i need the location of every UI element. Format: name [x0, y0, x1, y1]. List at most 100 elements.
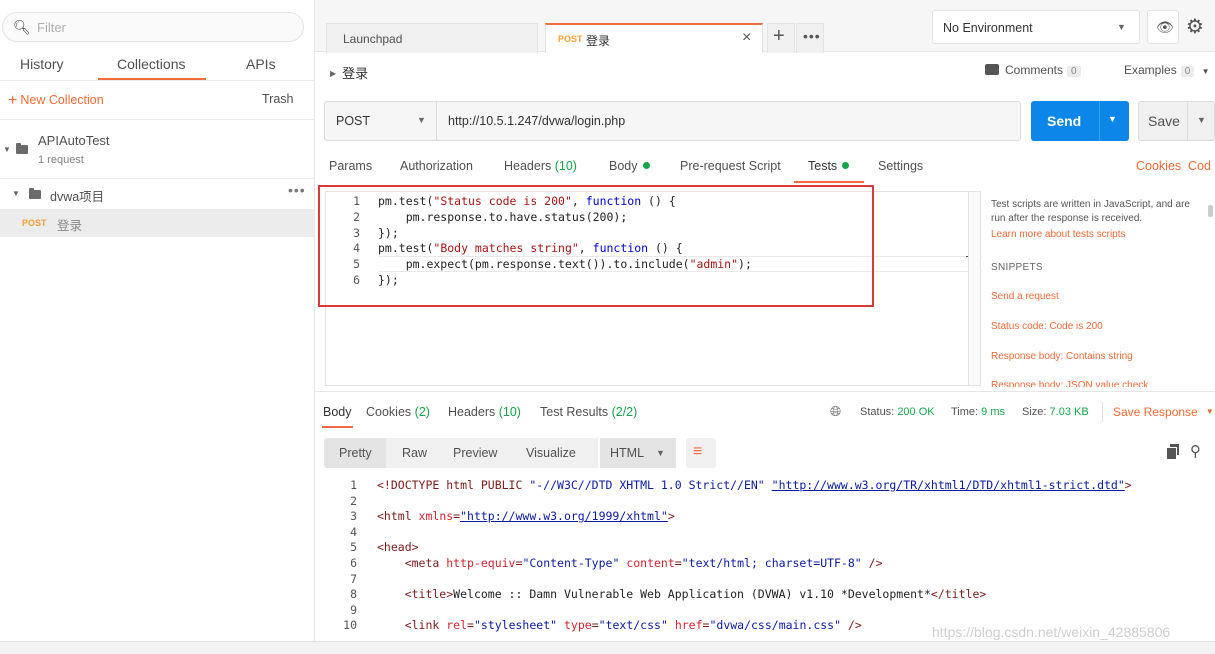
line-code: <html xmlns="http://www.w3.org/1999/xhtm… — [377, 509, 675, 523]
format-pretty-button[interactable]: Pretty — [339, 446, 372, 460]
editor-scrollbar[interactable] — [968, 192, 980, 385]
wrap-icon: ≡ — [693, 443, 703, 460]
sidebar-request-item[interactable]: POST 登录 — [0, 209, 315, 237]
tab-authorization[interactable]: Authorization — [400, 159, 473, 173]
caret-down-icon[interactable]: ▼ — [12, 189, 20, 198]
search-icon[interactable]: ⚲ — [1190, 442, 1201, 460]
resp-tab-cookies[interactable]: Cookies (2) — [366, 405, 430, 419]
code-token: <link — [377, 618, 447, 633]
code-token: rel — [446, 618, 468, 633]
tab-history[interactable]: History — [20, 56, 64, 72]
code-token: </title> — [930, 587, 987, 602]
comments-button[interactable]: Comments 0 — [985, 63, 1081, 77]
send-button[interactable]: Send ▼ — [1031, 101, 1129, 141]
format-visualize-button[interactable]: Visualize — [526, 446, 576, 460]
code-token: <head> — [377, 540, 419, 555]
line-number: 3 — [350, 509, 357, 524]
format-preview-button[interactable]: Preview — [453, 446, 497, 460]
search-icon: 🔍︎ — [13, 19, 31, 35]
tab-request-active[interactable]: POST 登录 × — [545, 23, 763, 53]
save-response-button[interactable]: Save Response ▼ — [1113, 405, 1214, 419]
snippet-status-code[interactable]: Status code: Code is 200 — [991, 321, 1103, 332]
tab-apis[interactable]: APIs — [246, 56, 276, 72]
code-token: type — [564, 618, 592, 633]
tab-label: Cookies — [366, 405, 412, 419]
resp-tab-test-results[interactable]: Test Results (2/2) — [540, 405, 637, 419]
format-raw-button[interactable]: Raw — [402, 446, 427, 460]
tab-settings[interactable]: Settings — [878, 159, 923, 173]
cookies-link[interactable]: Cookies — [1136, 159, 1181, 173]
filter-input[interactable]: 🔍︎ Filter — [2, 12, 304, 42]
active-tab-indicator — [322, 426, 353, 428]
snippet-send-request[interactable]: Send a request — [991, 291, 1059, 302]
tab-launchpad[interactable]: Launchpad — [326, 23, 538, 53]
code-line: 4 — [325, 525, 1185, 541]
learn-more-link[interactable]: Learn more about tests scripts — [991, 229, 1203, 240]
tab-collections[interactable]: Collections — [117, 56, 185, 72]
headers-count: (10) — [554, 159, 577, 173]
indicator-dot — [842, 162, 850, 169]
code-link[interactable]: Cod — [1188, 159, 1211, 173]
comment-icon — [985, 64, 999, 75]
code-token: <title> — [377, 587, 454, 602]
globe-icon[interactable]: 🌐︎ — [830, 403, 841, 420]
tab-more-button[interactable]: ••• — [796, 23, 824, 53]
code-line: 3 <html xmlns="http://www.w3.org/1999/xht… — [325, 509, 1185, 525]
gear-icon[interactable]: ⚙ — [1186, 14, 1204, 39]
tab-headers[interactable]: Headers (10) — [504, 159, 577, 173]
more-icon[interactable]: ••• — [288, 182, 306, 198]
caret-down-icon[interactable]: ▼ — [3, 145, 11, 154]
size-value: 7.03 KB — [1049, 406, 1089, 418]
tab-pre-request-script[interactable]: Pre-request Script — [680, 159, 781, 173]
environment-select[interactable]: No Environment ▼ — [932, 10, 1140, 44]
collection-name[interactable]: APIAutoTest — [38, 133, 110, 148]
new-tab-button[interactable]: + — [767, 23, 795, 53]
tab-tests[interactable]: Tests — [808, 159, 850, 173]
response-body[interactable]: 1 <!DOCTYPE html PUBLIC "-//W3C//DTD XHTM… — [325, 477, 1205, 642]
code-token: /> — [841, 618, 862, 633]
url-input[interactable]: http://10.5.1.247/dvwa/login.php — [448, 114, 625, 128]
code-token: <!DOCTYPE html PUBLIC — [377, 478, 530, 492]
chevron-down-icon: ▼ — [417, 115, 426, 125]
examples-button[interactable]: Examples 0 ▼ — [1124, 63, 1210, 77]
code-token: content — [626, 556, 675, 570]
tab-body[interactable]: Body — [609, 159, 650, 173]
method-select[interactable]: POST ▼ — [325, 102, 437, 140]
tab-params[interactable]: Params — [329, 159, 372, 173]
indicator-dot — [642, 162, 650, 169]
method-badge: POST — [22, 218, 47, 228]
status-value: 200 OK — [897, 406, 935, 418]
snippet-response-contains[interactable]: Response body: Contains string — [991, 351, 1133, 362]
line-number: 2 — [350, 493, 357, 508]
tab-label: Headers — [504, 159, 552, 173]
folder-name[interactable]: dvwa项目 — [50, 186, 104, 205]
plus-icon: + — [773, 25, 785, 47]
folder-icon — [29, 188, 41, 199]
new-collection-label: New Collection — [20, 93, 104, 107]
sidebar: 🔍︎ Filter History Collections APIs + New … — [0, 0, 315, 654]
more-icon: ••• — [803, 28, 821, 44]
snippets-scrollbar[interactable] — [1208, 205, 1213, 217]
snippet-json-value[interactable]: Response body: JSON value check — [991, 379, 1148, 387]
chevron-down-icon[interactable]: ▼ — [1197, 115, 1206, 125]
request-title[interactable]: ▶ 登录 — [330, 63, 368, 82]
copy-icon[interactable] — [1166, 444, 1179, 460]
format-language-select[interactable]: HTML ▼ — [598, 438, 676, 468]
wrap-lines-button[interactable]: ≡ — [686, 438, 716, 468]
new-collection-button[interactable]: + New Collection — [8, 92, 104, 110]
chevron-down-icon: ▼ — [656, 448, 665, 458]
method-value: POST — [336, 114, 371, 128]
environment-quick-look-button[interactable]: 👁︎ — [1147, 10, 1179, 44]
close-icon[interactable]: × — [742, 29, 751, 47]
save-button[interactable]: Save ▼ — [1138, 101, 1215, 141]
resp-tab-body[interactable]: Body — [323, 405, 352, 419]
code-line: 7 — [325, 572, 1185, 588]
trash-button[interactable]: Trash — [262, 92, 294, 106]
resp-tab-headers[interactable]: Headers (10) — [448, 405, 521, 419]
request-title-text: 登录 — [342, 66, 369, 81]
folder-icon — [16, 143, 28, 154]
chevron-down-icon[interactable]: ▼ — [1108, 114, 1117, 124]
code-token: = — [591, 618, 599, 633]
